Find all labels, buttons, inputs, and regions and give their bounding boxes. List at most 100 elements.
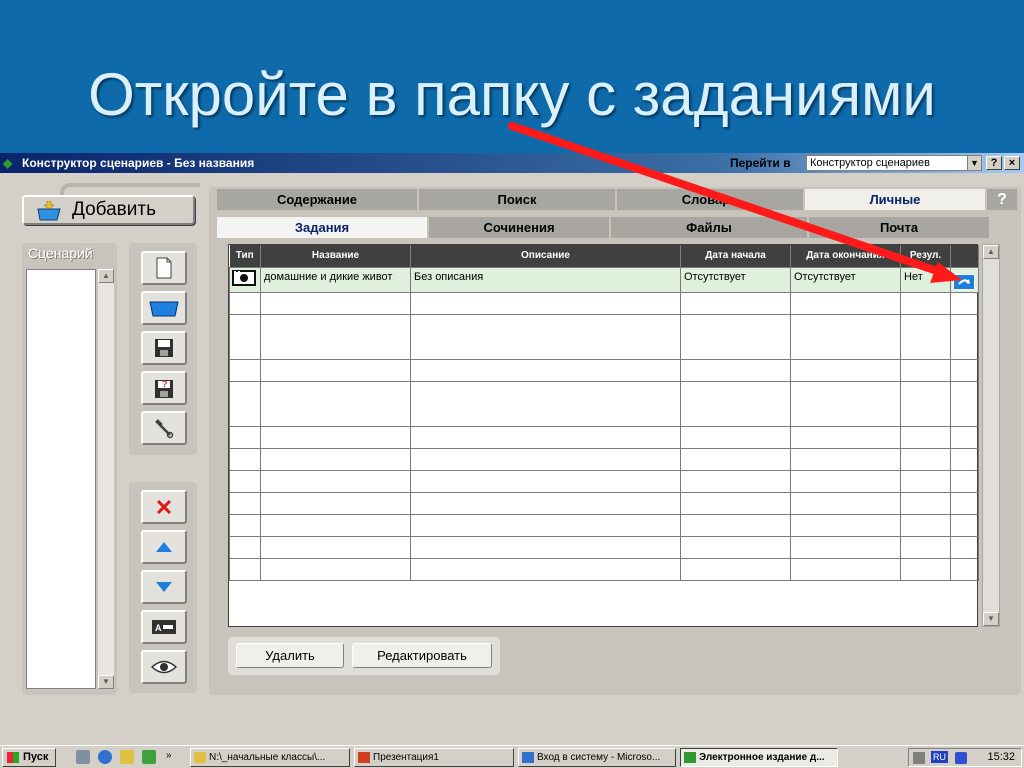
help-button[interactable]: ? — [987, 189, 1017, 210]
scroll-down-icon[interactable]: ▼ — [98, 675, 114, 689]
goto-label: Перейти в — [730, 156, 791, 170]
tab-essays[interactable]: Сочинения — [429, 217, 609, 238]
scenario-label: Сценарий — [28, 245, 93, 261]
svg-text:?: ? — [162, 379, 168, 389]
wrench-icon — [155, 419, 174, 439]
add-button-label: Добавить — [72, 199, 156, 220]
preview-button[interactable] — [141, 650, 187, 684]
edit-tools-group: A — [129, 482, 197, 693]
save-button[interactable] — [141, 331, 187, 365]
app-task-icon — [684, 752, 696, 763]
scroll-up-icon[interactable]: ▲ — [98, 269, 114, 283]
tab-contents[interactable]: Содержание — [217, 189, 417, 210]
add-button[interactable]: Добавить — [22, 195, 195, 225]
new-file-button[interactable] — [141, 251, 187, 285]
move-up-button[interactable] — [141, 530, 187, 564]
table-row[interactable] — [229, 469, 979, 493]
browser-task-icon — [522, 752, 534, 763]
film-task-icon — [232, 269, 256, 286]
table-row[interactable] — [229, 491, 979, 515]
task-presentation-label: Презентация1 — [373, 752, 439, 763]
close-window-button[interactable]: × — [1004, 156, 1020, 170]
tab-tasks[interactable]: Задания — [217, 217, 427, 238]
task-folder[interactable]: N:\_начальные классы\... — [190, 748, 350, 767]
window-titlebar: ◆ Конструктор сценариев - Без названия П… — [0, 153, 1024, 173]
windows-logo-icon — [7, 752, 19, 763]
chevron-right-icon[interactable]: » — [166, 750, 176, 764]
scroll-up-icon[interactable]: ▲ — [983, 245, 999, 259]
file-tools-group: ? — [129, 243, 197, 455]
save-as-button[interactable]: ? — [141, 371, 187, 405]
task-end-cell: Отсутствует — [790, 266, 901, 293]
tab-personal[interactable]: Личные — [805, 189, 985, 210]
task-presentation[interactable]: Презентация1 — [354, 748, 514, 767]
task-description-cell: Без описания — [410, 266, 681, 293]
mail-icon[interactable] — [120, 750, 134, 764]
table-row[interactable] — [229, 447, 979, 471]
slide-title: Откройте в папку с заданиями — [88, 61, 936, 128]
tab-search[interactable]: Поиск — [419, 189, 615, 210]
show-desktop-icon[interactable] — [76, 750, 90, 764]
open-folder-button[interactable] — [141, 291, 187, 325]
column-end-date[interactable]: Дата окончания — [790, 245, 901, 267]
volume-icon[interactable] — [913, 752, 925, 764]
start-button[interactable]: Пуск — [2, 748, 56, 767]
save-as-disk-icon: ? — [155, 379, 173, 398]
open-task-button[interactable] — [953, 273, 975, 290]
move-down-button[interactable] — [141, 570, 187, 604]
table-row[interactable] — [229, 425, 979, 449]
open-folder-icon — [149, 301, 179, 317]
table-row[interactable] — [229, 535, 979, 559]
table-row[interactable] — [229, 513, 979, 537]
column-name[interactable]: Название — [260, 245, 411, 267]
red-x-icon — [156, 499, 172, 515]
table-row[interactable] — [229, 358, 979, 382]
scenario-list[interactable] — [26, 269, 96, 689]
settings-button[interactable] — [141, 411, 187, 445]
window-title: Конструктор сценариев - Без названия — [22, 156, 255, 170]
app-icon: ◆ — [3, 156, 13, 170]
table-row[interactable] — [229, 313, 979, 360]
clock: 15:32 — [987, 751, 1015, 763]
help-title-button[interactable]: ? — [986, 156, 1002, 170]
column-description[interactable]: Описание — [410, 245, 681, 267]
svg-text:A: A — [155, 623, 162, 633]
table-row[interactable]: домашние и дикие живот Без описания Отсу… — [229, 266, 979, 293]
table-scrollbar[interactable]: ▲ ▼ — [982, 244, 1000, 627]
task-edition-label: Электронное издание д... — [699, 752, 825, 763]
rename-button[interactable]: A — [141, 610, 187, 644]
column-result[interactable]: Резул. — [900, 245, 951, 267]
open-arrow-icon — [958, 278, 970, 285]
action-buttons-group: Удалить Редактировать — [228, 637, 500, 675]
arrow-down-icon — [156, 582, 172, 592]
task-folder-label: N:\_начальные классы\... — [209, 752, 326, 763]
task-login[interactable]: Вход в систему - Microso... — [518, 748, 676, 767]
browser-icon[interactable] — [98, 750, 112, 764]
scroll-down-icon[interactable]: ▼ — [983, 612, 999, 626]
delete-item-button[interactable] — [141, 490, 187, 524]
task-start-cell: Отсутствует — [680, 266, 791, 293]
table-row[interactable] — [229, 557, 979, 581]
slide: Откройте в папку с заданиями ◆ Конструкт… — [0, 0, 1024, 768]
chevron-down-icon[interactable]: ▼ — [967, 156, 981, 170]
goto-select[interactable]: Конструктор сценариев ▼ — [806, 155, 982, 171]
table-row[interactable] — [229, 291, 979, 315]
column-start-date[interactable]: Дата начала — [680, 245, 791, 267]
table-row[interactable] — [229, 380, 979, 427]
goto-select-value: Конструктор сценариев — [810, 157, 930, 169]
taskbar: Пуск » N:\_начальные классы\... Презента… — [0, 745, 1024, 768]
tab-mail[interactable]: Почта — [809, 217, 989, 238]
media-icon[interactable] — [142, 750, 156, 764]
language-indicator[interactable]: RU — [931, 751, 948, 763]
tab-dictionary[interactable]: Словарь — [617, 189, 803, 210]
delete-button[interactable]: Удалить — [236, 643, 344, 668]
task-edition[interactable]: Электронное издание д... — [680, 748, 838, 767]
tab-files[interactable]: Файлы — [611, 217, 807, 238]
save-disk-icon — [155, 339, 173, 357]
edit-button[interactable]: Редактировать — [352, 643, 492, 668]
shield-icon[interactable] — [955, 752, 967, 764]
scenario-scrollbar[interactable]: ▲ ▼ — [98, 269, 114, 689]
open-task-cell — [950, 266, 979, 293]
main-panel: Содержание Поиск Словарь Личные ? Задани… — [209, 187, 1021, 695]
column-type[interactable]: Тип — [229, 245, 261, 267]
